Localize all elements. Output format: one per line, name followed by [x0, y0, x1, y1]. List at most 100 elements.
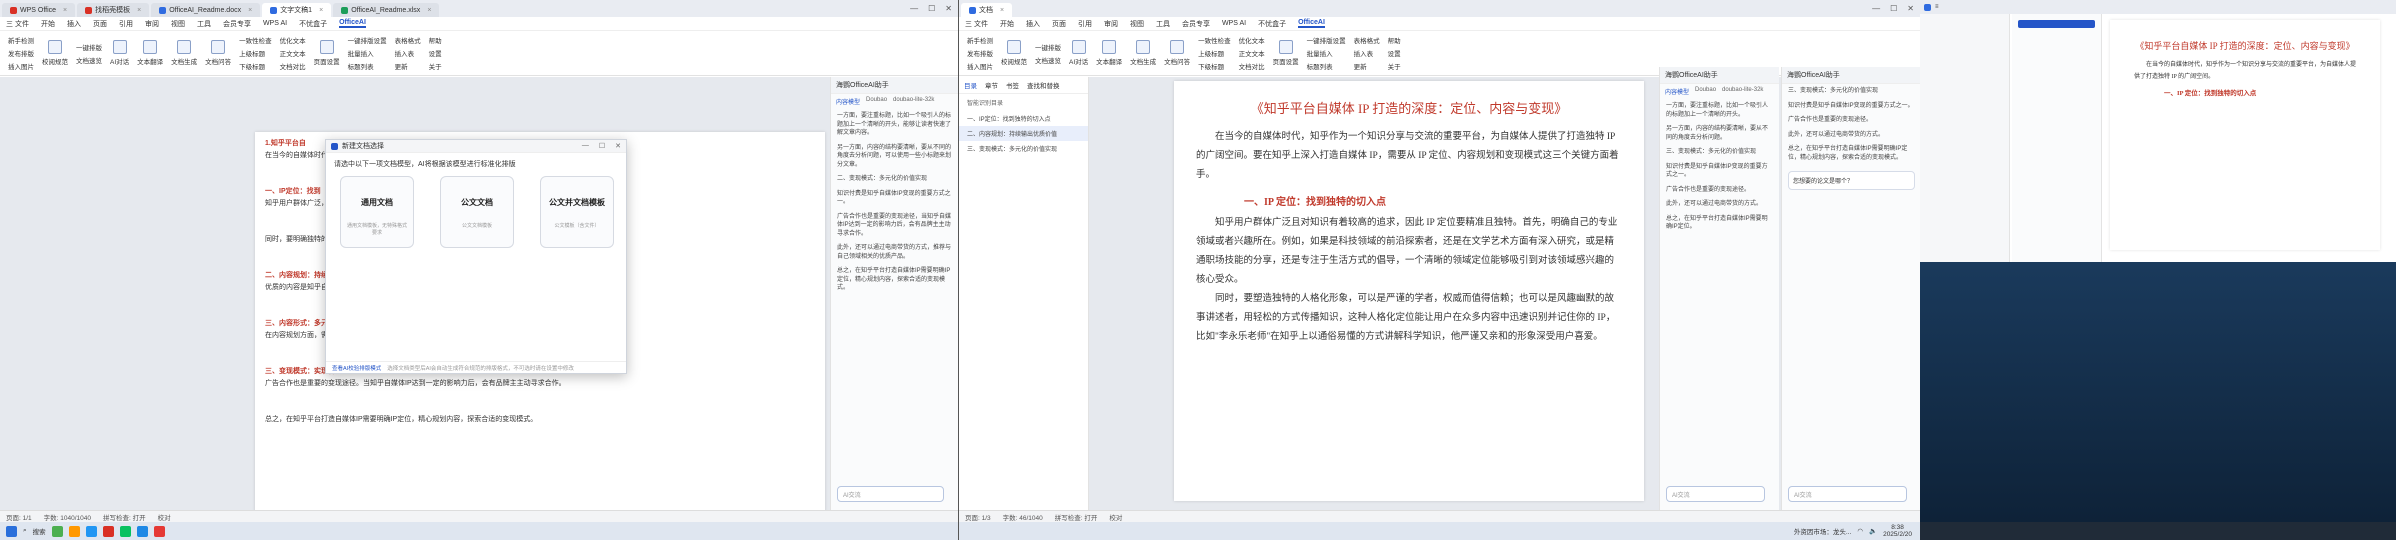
ribbon-item[interactable]: 一键排版设置: [348, 35, 387, 45]
mini-menu[interactable]: ≡: [1935, 4, 1939, 10]
tab-document[interactable]: WPS Office ×: [2, 3, 76, 17]
translate-button[interactable]: 文本翻译: [1096, 40, 1122, 66]
volume-icon[interactable]: 🔈: [1869, 527, 1877, 535]
status-item[interactable]: 字数: 46/1040: [1003, 512, 1043, 522]
tab-document[interactable]: 找稻壳模板 ×: [77, 3, 150, 17]
menu-item[interactable]: 页面: [1052, 19, 1066, 29]
menu-item[interactable]: 会员专享: [1182, 19, 1210, 29]
ribbon-item[interactable]: 更新: [395, 61, 421, 71]
menu-item[interactable]: 页面: [93, 19, 107, 29]
close-icon[interactable]: ✕: [1907, 4, 1914, 13]
ribbon-item[interactable]: 批量插入: [348, 48, 387, 58]
close-tab-icon[interactable]: ×: [137, 7, 141, 14]
ribbon-item[interactable]: 标题列表: [1307, 61, 1346, 71]
ribbon-item[interactable]: 新手检测: [967, 35, 993, 45]
minimize-icon[interactable]: —: [582, 142, 589, 150]
model-tab[interactable]: Doubao: [866, 97, 887, 106]
ribbon-item[interactable]: 优化文本: [280, 35, 306, 45]
maximize-icon[interactable]: ☐: [928, 4, 935, 13]
model-tab[interactable]: doubao-lite-32k: [1722, 87, 1763, 96]
menu-item[interactable]: 开始: [41, 19, 55, 29]
menu-item[interactable]: 视图: [1130, 19, 1144, 29]
tab-document[interactable]: OfficeAI_Readme.docx ×: [151, 3, 261, 17]
nav-tab[interactable]: 目录: [964, 80, 977, 90]
close-tab-icon[interactable]: ×: [248, 7, 252, 14]
ribbon-item[interactable]: 设置: [429, 48, 442, 58]
tab-document[interactable]: OfficeAI_Readme.xlsx ×: [333, 3, 440, 17]
document-page[interactable]: 《知乎平台自媒体 IP 打造的深度：定位、内容与变现》 在当今的自媒体时代，知乎…: [1174, 81, 1644, 501]
ribbon-item[interactable]: 一键排版: [1035, 42, 1061, 52]
model-tab[interactable]: Doubao: [1695, 87, 1716, 96]
clock[interactable]: 8:38 2025/2/20: [1883, 524, 1912, 538]
taskbar-search[interactable]: 搜索: [33, 526, 46, 536]
official-doc-card[interactable]: 公文文档 公文文档模板: [440, 176, 514, 248]
menu-item[interactable]: 视图: [171, 19, 185, 29]
ribbon-item[interactable]: 表格格式: [1354, 35, 1380, 45]
close-tab-icon[interactable]: ×: [319, 7, 323, 14]
close-tab-icon[interactable]: ×: [63, 7, 67, 14]
close-icon[interactable]: ✕: [945, 4, 952, 13]
ribbon-item[interactable]: 发布排版: [8, 48, 34, 58]
window-controls[interactable]: — ☐ ✕: [1866, 0, 1920, 17]
ribbon-item[interactable]: 优化文本: [1239, 35, 1265, 45]
chat-input[interactable]: AI交流: [1666, 486, 1765, 502]
ribbon-item[interactable]: 设置: [1388, 48, 1401, 58]
minimize-icon[interactable]: —: [910, 4, 918, 13]
ribbon-item[interactable]: 一致性检查: [239, 35, 272, 45]
ribbon-item[interactable]: 文档速览: [76, 55, 102, 65]
wechat-icon[interactable]: [119, 525, 131, 537]
ribbon-item[interactable]: 新手检测: [8, 35, 34, 45]
ribbon-item[interactable]: 上级标题: [1198, 48, 1231, 58]
ribbon-item[interactable]: 一键排版设置: [1307, 35, 1346, 45]
general-doc-card[interactable]: 通用文档 通用文档模板，无特殊格式要求: [340, 176, 414, 248]
status-item[interactable]: 页面: 1/3: [965, 512, 991, 522]
ribbon-item[interactable]: 插入表: [395, 48, 421, 58]
ribbon-item[interactable]: 上级标题: [239, 48, 272, 58]
menu-item[interactable]: 三 文件: [6, 19, 29, 29]
model-tab[interactable]: 内容模型: [1665, 87, 1689, 96]
ribbon-item[interactable]: 文档速览: [1035, 55, 1061, 65]
ribbon-item[interactable]: 文档对比: [1239, 61, 1265, 71]
menu-item[interactable]: 工具: [1156, 19, 1170, 29]
app-icon[interactable]: [153, 525, 165, 537]
menu-item[interactable]: 工具: [197, 19, 211, 29]
search-icon[interactable]: ⌕: [23, 527, 27, 535]
ai-chat-button[interactable]: AI对话: [110, 40, 129, 66]
app-icon[interactable]: [136, 525, 148, 537]
ribbon-item[interactable]: 关于: [1388, 61, 1401, 71]
app-icon[interactable]: [51, 525, 63, 537]
tab-active[interactable]: 文字文稿1 ×: [262, 3, 332, 17]
generate-button[interactable]: 文档生成: [171, 40, 197, 66]
menu-item[interactable]: OfficeAI: [339, 19, 366, 28]
tab-active[interactable]: 文档 ×: [961, 3, 1013, 17]
ribbon-item[interactable]: 插入图片: [8, 61, 34, 71]
maximize-icon[interactable]: ☐: [599, 142, 605, 150]
ribbon-item[interactable]: 正文文本: [1239, 48, 1265, 58]
status-item[interactable]: 拼写检查: 打开: [103, 512, 146, 522]
model-tab[interactable]: 内容模型: [836, 97, 860, 106]
page-setup-button[interactable]: 页面设置: [1273, 40, 1299, 66]
nav-tab[interactable]: 查找和替换: [1027, 80, 1060, 90]
status-item[interactable]: 校对: [1109, 512, 1122, 522]
windows-icon[interactable]: [6, 525, 17, 537]
proofread-button[interactable]: 校阅规范: [42, 40, 68, 66]
mini-tab-active[interactable]: [2018, 20, 2095, 28]
menu-item[interactable]: 审阅: [1104, 19, 1118, 29]
page-setup-button[interactable]: 页面设置: [314, 40, 340, 66]
nav-tab[interactable]: 书签: [1006, 80, 1019, 90]
menu-item[interactable]: 会员专享: [223, 19, 251, 29]
menu-item[interactable]: 审阅: [145, 19, 159, 29]
ribbon-item[interactable]: 插入表: [1354, 48, 1380, 58]
ribbon-item[interactable]: 正文文本: [280, 48, 306, 58]
close-tab-icon[interactable]: ×: [427, 7, 431, 14]
ribbon-item[interactable]: 批量插入: [1307, 48, 1346, 58]
ribbon-item[interactable]: 帮助: [429, 35, 442, 45]
menu-item[interactable]: 插入: [67, 19, 81, 29]
ribbon-item[interactable]: 插入图片: [967, 61, 993, 71]
ribbon-item[interactable]: 帮助: [1388, 35, 1401, 45]
ribbon-item[interactable]: 下级标题: [239, 61, 272, 71]
translate-button[interactable]: 文本翻译: [137, 40, 163, 66]
ribbon-item[interactable]: 一键排版: [76, 42, 102, 52]
nav-tab[interactable]: 章节: [985, 80, 998, 90]
menu-item[interactable]: 不忧盒子: [299, 19, 327, 29]
